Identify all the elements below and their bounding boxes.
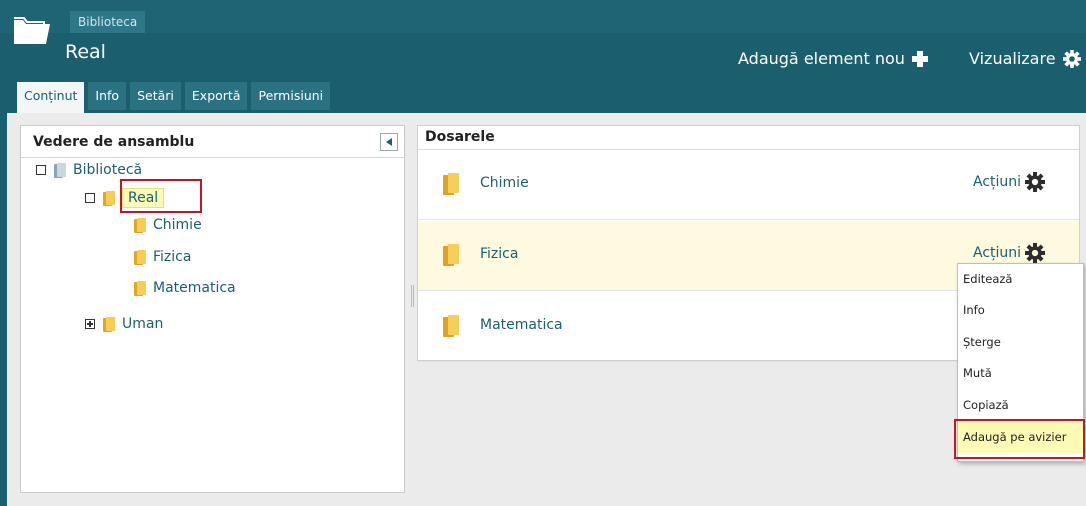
folder-icon [134,249,146,265]
collapse-panel-button[interactable] [380,133,398,151]
folder-icon [443,244,459,266]
tree-node-biblioteca: Bibliotecă [36,162,142,178]
tree-label[interactable]: Chimie [153,217,202,233]
tree-label[interactable]: Bibliotecă [73,162,142,178]
folder-icon [134,217,146,233]
menu-item-copy[interactable]: Copiază [958,390,1083,421]
add-element-label: Adaugă element nou [738,49,905,68]
menu-item-info[interactable]: Info [958,295,1083,326]
tree-collapse-toggle[interactable] [85,193,95,203]
overview-title: Vedere de ansamblu [33,134,195,150]
plus-icon [911,50,928,67]
actions-label: Acțiuni [973,174,1022,190]
folder-icon [14,17,50,44]
folder-row: Chimie Acțiuni [418,150,1079,220]
menu-item-edit[interactable]: Editează [958,264,1083,295]
folder-icon [103,316,115,332]
menu-item-delete[interactable]: Șterge [958,327,1083,358]
header-top-strip [0,0,1086,33]
tree-node-fizica: Fizica [134,249,191,265]
actions-label: Acțiuni [973,245,1022,261]
tree-node-uman: Uman [85,316,163,332]
tree-expand-toggle[interactable] [85,319,95,329]
tree-node-matematica: Matematica [134,280,236,296]
tree-label[interactable]: Fizica [153,249,191,265]
menu-item-move[interactable]: Mută [958,358,1083,389]
view-button[interactable]: Vizualizare [969,49,1081,68]
page-title: Real [65,41,106,63]
app-header: Biblioteca Real Adaugă element nou Vizua… [0,0,1086,113]
folder-icon [134,280,146,296]
actions-button[interactable]: Acțiuni [973,172,1046,192]
tree-label[interactable]: Matematica [153,280,236,296]
overview-panel: Vedere de ansamblu [20,125,405,493]
tree-node-chimie: Chimie [134,217,202,233]
menu-highlight-box [954,419,1085,459]
folder-icon [443,315,459,337]
library-icon [54,162,66,178]
tab-content[interactable]: Conținut [17,82,85,113]
selection-highlight-box [120,179,202,213]
folder-icon [443,173,459,195]
actions-button[interactable]: Acțiuni [973,243,1046,263]
tab-permissions[interactable]: Permisiuni [251,82,331,110]
folder-name[interactable]: Matematica [480,317,563,333]
tab-export[interactable]: Exportă [184,82,248,110]
gear-icon [1025,243,1046,263]
gear-icon [1025,172,1046,192]
folder-name[interactable]: Chimie [480,175,529,191]
tree-collapse-toggle[interactable] [36,165,46,175]
overview-header: Vedere de ansamblu [21,126,404,158]
folders-header: Dosarele [418,126,1079,150]
add-element-button[interactable]: Adaugă element nou [738,49,928,68]
tab-settings[interactable]: Setări [130,82,181,110]
gear-icon [1062,49,1081,68]
tab-info[interactable]: Info [88,82,127,110]
left-edge-bar [0,113,7,506]
folder-name[interactable]: Fizica [480,246,518,262]
panel-splitter[interactable] [411,285,414,307]
folder-icon [103,190,115,206]
tree-label[interactable]: Uman [122,316,163,332]
view-label: Vizualizare [969,49,1056,68]
tab-bar: Conținut Info Setări Exportă Permisiuni [17,82,331,113]
breadcrumb[interactable]: Biblioteca [70,11,146,33]
